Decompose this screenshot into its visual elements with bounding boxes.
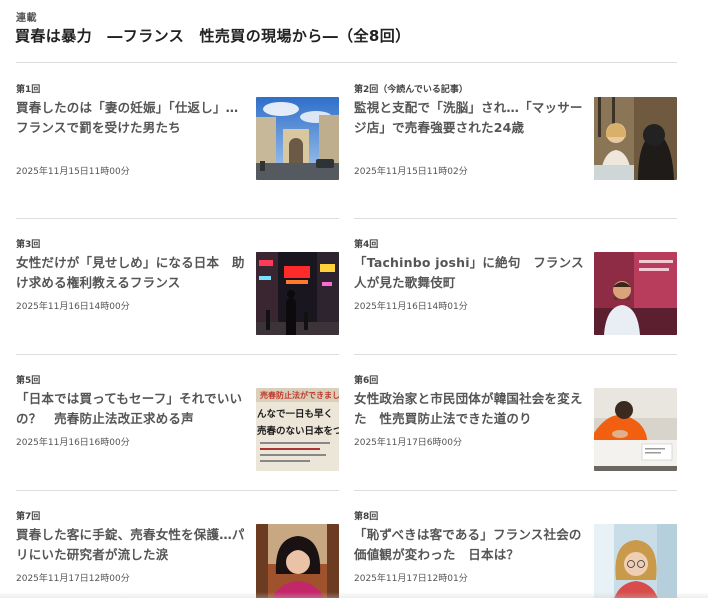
article-thumbnail[interactable] bbox=[256, 252, 339, 335]
article-card-1[interactable]: 第1回 買春したのは「妻の妊娠」「仕返し」…フランスで罰を受けた男たち 2025… bbox=[16, 82, 339, 182]
article-thumbnail[interactable] bbox=[256, 524, 339, 598]
meeting-table-photo bbox=[594, 388, 677, 471]
episode-label: 第7回 bbox=[16, 512, 41, 522]
article-divider bbox=[16, 490, 339, 491]
article-date: 2025年11月16日14時01分 bbox=[354, 302, 468, 312]
article-date: 2025年11月16日14時00分 bbox=[16, 302, 130, 312]
episode-label: 第8回 bbox=[354, 512, 379, 522]
article-thumbnail[interactable] bbox=[256, 97, 339, 180]
article-card-7[interactable]: 第7回 買春した客に手錠、売春女性を保護…パリにいた研究者が流した涙 2025年… bbox=[16, 490, 339, 598]
article-card-6[interactable]: 第6回 女性政治家と市民団体が韓国社会を変えた 性売買防止法できた道のり 202… bbox=[354, 354, 677, 473]
article-divider bbox=[16, 218, 339, 219]
man-speaking-photo bbox=[594, 252, 677, 335]
banner-text-2: んなで一日も早く bbox=[257, 409, 333, 420]
protest-banner-photo: 売春防止法ができました んなで一日も早く 売春のない日本をつくりまし bbox=[256, 388, 339, 471]
article-headline[interactable]: 買春したのは「妻の妊娠」「仕返し」…フランスで罰を受けた男たち bbox=[16, 98, 248, 138]
scroll-fade bbox=[0, 592, 708, 598]
article-headline[interactable]: 買春した客に手錠、売春女性を保護…パリにいた研究者が流した涙 bbox=[16, 525, 248, 565]
article-date: 2025年11月15日11時00分 bbox=[16, 167, 130, 177]
episode-label: 第5回 bbox=[16, 376, 41, 386]
night-street-neon-photo bbox=[256, 252, 339, 335]
article-card-3[interactable]: 第3回 女性だけが「見せしめ」になる日本 助け求める権利教えるフランス 2025… bbox=[16, 218, 339, 337]
series-title[interactable]: 買春は暴力 ―フランス 性売買の現場から―（全8回） bbox=[15, 25, 411, 46]
article-headline[interactable]: 「Tachinbo joshi」に絶句 フランス人が見た歌舞伎町 bbox=[354, 253, 586, 293]
article-thumbnail[interactable] bbox=[594, 252, 677, 335]
article-date: 2025年11月17日12時01分 bbox=[354, 574, 468, 584]
article-thumbnail[interactable] bbox=[594, 524, 677, 598]
article-thumbnail[interactable] bbox=[594, 97, 677, 180]
article-card-2[interactable]: 第2回（今読んでいる記事） 監視と支配で「洗脳」され…「マッサージ店」で売春強要… bbox=[354, 82, 677, 182]
article-thumbnail[interactable] bbox=[594, 388, 677, 471]
interview-women-photo bbox=[594, 97, 677, 180]
paris-street-arch-photo bbox=[256, 97, 339, 180]
article-thumbnail[interactable]: 売春防止法ができました んなで一日も早く 売春のない日本をつくりまし bbox=[256, 388, 339, 471]
episode-label: 第1回 bbox=[16, 85, 41, 95]
article-headline[interactable]: 女性政治家と市民団体が韓国社会を変えた 性売買防止法できた道のり bbox=[354, 389, 586, 429]
article-divider bbox=[16, 354, 339, 355]
article-card-5[interactable]: 第5回 「日本では買ってもセーフ」それでいいの？ 売春防止法改正求める声 202… bbox=[16, 354, 339, 473]
woman-glasses-portrait-photo bbox=[594, 524, 677, 598]
article-card-8[interactable]: 第8回 「恥ずべきは客である」フランス社会の価値観が変わった 日本は？ 2025… bbox=[354, 490, 677, 598]
article-divider bbox=[354, 218, 677, 219]
article-card-4[interactable]: 第4回 「Tachinbo joshi」に絶句 フランス人が見た歌舞伎町 202… bbox=[354, 218, 677, 337]
article-headline[interactable]: 女性だけが「見せしめ」になる日本 助け求める権利教えるフランス bbox=[16, 253, 248, 293]
title-divider bbox=[16, 62, 677, 63]
article-divider bbox=[354, 354, 677, 355]
episode-label: 第4回 bbox=[354, 240, 379, 250]
article-date: 2025年11月17日12時00分 bbox=[16, 574, 130, 584]
article-headline[interactable]: 監視と支配で「洗脳」され…「マッサージ店」で売春強要された24歳 bbox=[354, 98, 586, 138]
article-headline[interactable]: 「日本では買ってもセーフ」それでいいの？ 売春防止法改正求める声 bbox=[16, 389, 248, 429]
article-date: 2025年11月15日11時02分 bbox=[354, 167, 468, 177]
series-label: 連載 bbox=[16, 13, 37, 24]
episode-label: 第6回 bbox=[354, 376, 379, 386]
banner-text-3: 売春のない日本をつくりまし bbox=[257, 425, 339, 437]
series-page: 連載 買春は暴力 ―フランス 性売買の現場から―（全8回） 第1回 買春したのは… bbox=[0, 0, 708, 598]
article-headline[interactable]: 「恥ずべきは客である」フランス社会の価値観が変わった 日本は？ bbox=[354, 525, 586, 565]
episode-label: 第3回 bbox=[16, 240, 41, 250]
article-date: 2025年11月16日16時00分 bbox=[16, 438, 130, 448]
banner-text-1: 売春防止法ができました bbox=[260, 390, 339, 400]
episode-label: 第2回（今読んでいる記事） bbox=[354, 85, 468, 95]
article-divider bbox=[354, 490, 677, 491]
researcher-portrait-photo bbox=[256, 524, 339, 598]
article-date: 2025年11月17日6時00分 bbox=[354, 438, 462, 448]
